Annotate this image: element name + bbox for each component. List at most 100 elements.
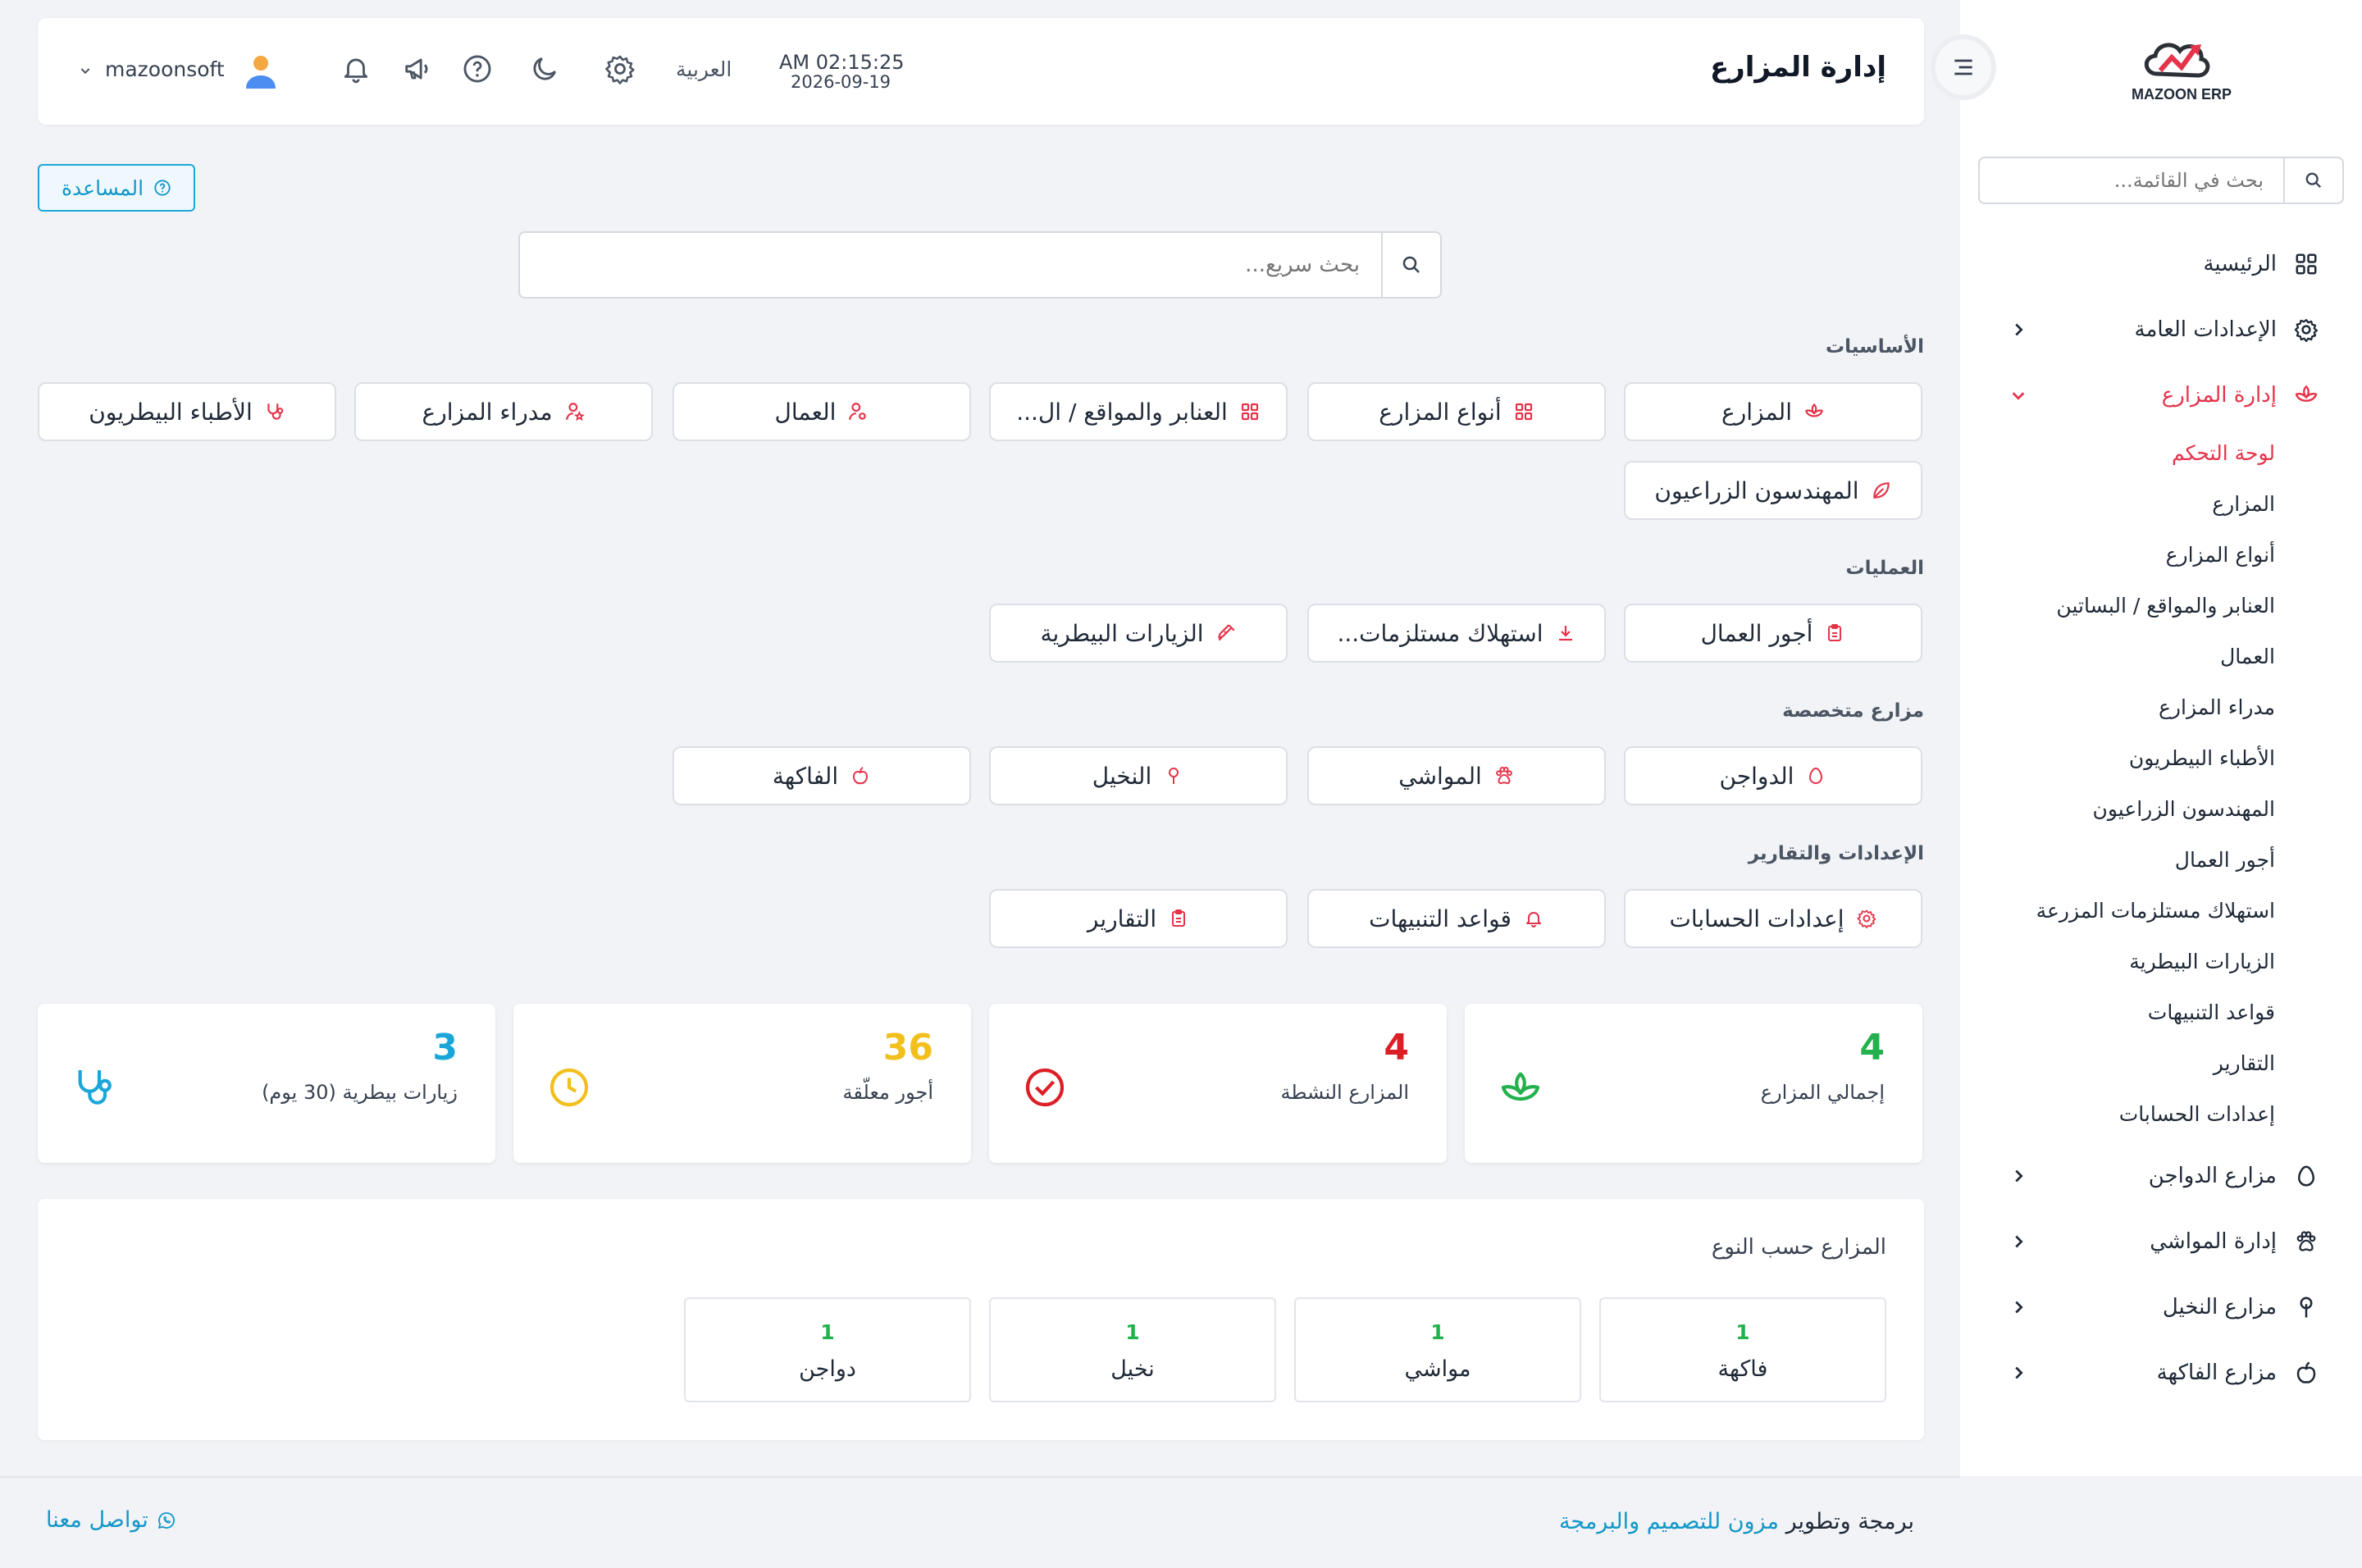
sidebar-subitem-vets[interactable]: الأطباء البيطريون — [2129, 746, 2275, 770]
sidebar-subitem-barns[interactable]: العنابر والمواقع / البساتين — [2056, 594, 2275, 618]
farm-type-name: دواجن — [799, 1356, 856, 1382]
sidebar-subitem-vet-visits[interactable]: الزيارات البيطرية — [2129, 950, 2275, 973]
sidebar-item-fruit[interactable]: مزارع الفاكهة — [2157, 1355, 2319, 1391]
megaphone-icon — [405, 58, 428, 80]
chevron-left-icon[interactable] — [2009, 1364, 2027, 1382]
sidebar-subitem-managers[interactable]: مدراء المزارع — [2159, 695, 2275, 719]
stat-value: 3 — [432, 1027, 458, 1069]
gear-icon — [2293, 317, 2319, 343]
sidebar-item-poultry[interactable]: مزارع الدواجن — [2149, 1158, 2319, 1194]
quick-link-account-settings[interactable]: إعدادات الحسابات — [1624, 889, 1922, 948]
quick-link-label: أنواع المزارع — [1379, 398, 1502, 426]
sidebar-item-home[interactable]: الرئيسية — [2203, 246, 2319, 282]
brand-name: MAZOON ERP — [2131, 86, 2232, 103]
dark-mode-button[interactable] — [528, 52, 561, 85]
logo-mark-icon — [2144, 43, 2210, 78]
quick-link-barns[interactable]: العنابر والمواقع / ال... — [989, 382, 1288, 441]
chevron-left-icon[interactable] — [2009, 1167, 2027, 1185]
quick-link-alert-rules[interactable]: قواعد التنبيهات — [1307, 889, 1606, 948]
menu-toggle-button[interactable] — [1931, 34, 1996, 100]
download-icon — [1555, 622, 1576, 644]
chevron-left-icon[interactable] — [2009, 321, 2027, 339]
sidebar-subitem-workers[interactable]: العمال — [2220, 645, 2275, 668]
quick-link-poultry[interactable]: الدواجن — [1624, 746, 1922, 805]
sidebar-subitem-reports[interactable]: التقارير — [2214, 1051, 2275, 1075]
quick-link-fruit[interactable]: الفاكهة — [673, 746, 971, 805]
leaf-icon — [1871, 480, 1892, 501]
quick-link-supplies-consumption[interactable]: استهلاك مستلزمات... — [1307, 604, 1606, 663]
chevron-left-icon[interactable] — [2009, 1298, 2027, 1316]
quick-link-managers[interactable]: مدراء المزارع — [354, 382, 653, 441]
sidebar-search-button[interactable] — [2283, 158, 2342, 203]
brand-logo[interactable]: MAZOON ERP — [2100, 33, 2264, 115]
stat-caption: أجور معلّقة — [842, 1081, 933, 1104]
quick-link-label: العمال — [774, 398, 837, 426]
quick-link-label: مدراء المزارع — [422, 398, 553, 426]
sidebar-subitem-dashboard[interactable]: لوحة التحكم — [2172, 441, 2275, 465]
user-gear-icon — [847, 401, 869, 422]
announcements-button[interactable] — [402, 52, 435, 85]
quick-link-palm[interactable]: النخيل — [989, 746, 1288, 805]
sidebar-item-label: مزارع الفاكهة — [2156, 1361, 2277, 1385]
egg-icon — [1805, 765, 1826, 786]
sidebar-subitem-account-settings[interactable]: إعدادات الحسابات — [2119, 1102, 2275, 1126]
help-label: المساعدة — [61, 175, 144, 200]
quick-search-input[interactable] — [520, 233, 1381, 297]
sidebar-item-general-settings[interactable]: الإعدادات العامة — [2135, 312, 2319, 348]
sidebar-item-livestock[interactable]: إدارة المواشي — [2150, 1224, 2319, 1260]
grid-icon — [1513, 401, 1534, 422]
search-icon — [2305, 172, 2322, 189]
quick-link-vets[interactable]: الأطباء البيطريون — [38, 382, 336, 441]
sidebar-item-label: الرئيسية — [2203, 252, 2277, 276]
help-icon-button[interactable] — [461, 52, 494, 85]
quick-link-vet-visits[interactable]: الزيارات البيطرية — [989, 604, 1288, 663]
clock-icon — [549, 1068, 589, 1107]
paw-icon — [1493, 765, 1515, 786]
sidebar-item-palm[interactable]: مزارع النخيل — [2163, 1289, 2319, 1325]
sidebar-subitem-farm-types[interactable]: أنواع المزارع — [2166, 543, 2275, 567]
quick-link-label: العنابر والمواقع / ال... — [1016, 398, 1228, 426]
section-title-operations: العمليات — [1845, 558, 1924, 579]
chevron-left-icon[interactable] — [2009, 1233, 2027, 1251]
quick-link-reports[interactable]: التقارير — [989, 889, 1288, 948]
stat-card-total-farms: 4 إجمالي المزارع — [1465, 1004, 1922, 1163]
user-star-icon — [564, 401, 586, 422]
quick-link-label: الزيارات البيطرية — [1040, 619, 1204, 647]
stat-caption: إجمالي المزارع — [1760, 1081, 1885, 1104]
quick-link-label: المزارع — [1721, 398, 1792, 426]
notifications-button[interactable] — [340, 52, 372, 85]
chevron-down-icon[interactable] — [79, 64, 92, 77]
sidebar-search-input[interactable] — [1980, 158, 2283, 203]
quick-search-button[interactable] — [1381, 233, 1440, 297]
quick-link-livestock[interactable]: المواشي — [1307, 746, 1606, 805]
quick-link-worker-wages[interactable]: أجور العمال — [1624, 604, 1922, 663]
language-switch[interactable]: العربية — [676, 57, 732, 81]
farm-type-name: فاكهة — [1717, 1356, 1768, 1382]
footer-company-link[interactable]: مزون للتصميم والبرمجة — [1559, 1509, 1779, 1534]
user-name[interactable]: mazoonsoft — [105, 57, 225, 81]
quick-link-farms[interactable]: المزارع — [1624, 382, 1922, 441]
quick-link-label: إعدادات الحسابات — [1669, 905, 1844, 932]
top-bar: إدارة المزارع AM 02:15:25 2026-09-19 الع… — [38, 18, 1924, 125]
sidebar-subitem-supplies[interactable]: استهلاك مستلزمات المزرعة — [2036, 899, 2275, 923]
lotus-icon — [2293, 382, 2319, 408]
help-button[interactable]: المساعدة — [38, 164, 195, 212]
clipboard-icon — [1168, 908, 1189, 929]
stat-card-pending-wages: 36 أجور معلّقة — [513, 1004, 971, 1163]
sidebar-subitem-engineers[interactable]: المهندسون الزراعيون — [2093, 797, 2276, 821]
sidebar-item-farm-management[interactable]: إدارة المزارع — [2162, 377, 2319, 413]
sidebar-subitem-farms[interactable]: المزارع — [2212, 492, 2275, 516]
settings-button[interactable] — [604, 52, 636, 85]
gear-icon — [605, 55, 635, 84]
lotus-icon — [1501, 1072, 1540, 1101]
quick-link-engineers[interactable]: المهندسون الزراعيون — [1624, 461, 1922, 520]
question-circle-icon — [154, 180, 171, 196]
quick-link-workers[interactable]: العمال — [673, 382, 971, 441]
avatar[interactable] — [241, 51, 280, 90]
sidebar-subitem-wages[interactable]: أجور العمال — [2175, 848, 2275, 872]
sidebar-subitem-alert-rules[interactable]: قواعد التنبيهات — [2148, 1001, 2275, 1024]
farm-type-name: مواشي — [1404, 1356, 1471, 1382]
contact-link[interactable]: تواصل معنا — [46, 1507, 176, 1533]
chevron-down-icon[interactable] — [2009, 386, 2027, 404]
quick-link-farm-types[interactable]: أنواع المزارع — [1307, 382, 1606, 441]
